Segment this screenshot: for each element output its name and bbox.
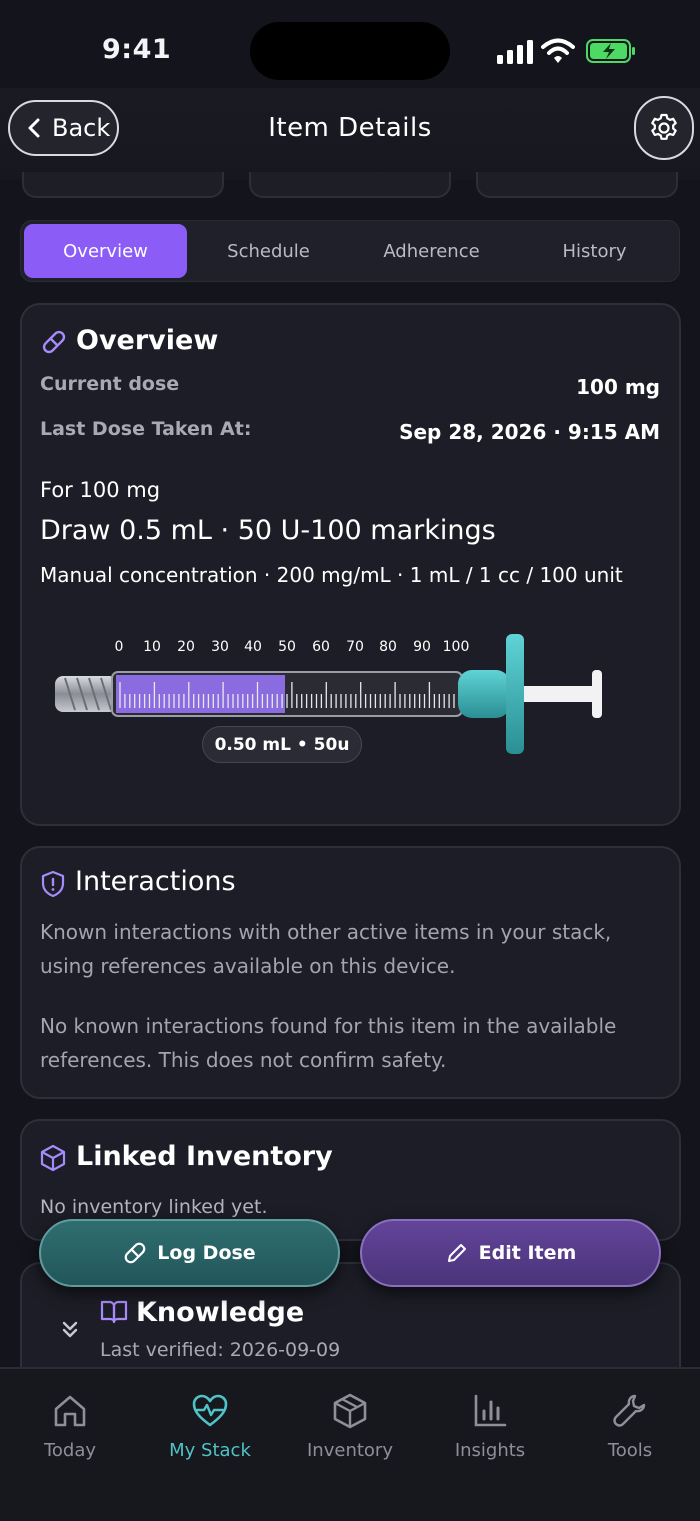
tab-schedule[interactable]: Schedule — [187, 224, 350, 278]
tab-adherence[interactable]: Adherence — [350, 224, 513, 278]
interactions-description: Known interactions with other active ite… — [40, 920, 612, 978]
summary-card-peek — [249, 172, 451, 198]
dynamic-island — [250, 22, 450, 80]
bar-chart-icon — [474, 1394, 507, 1427]
overview-title: Overview — [76, 325, 219, 356]
pill-icon — [42, 330, 66, 354]
concentration-text: Manual concentration · 200 mg/mL · 1 mL … — [40, 563, 623, 587]
tabbar-item-inventory[interactable]: Inventory — [290, 1392, 410, 1461]
tabbar-label: Inventory — [307, 1440, 393, 1461]
knowledge-last-verified: Last verified: 2026-09-09 — [100, 1339, 341, 1361]
current-dose-value: 100 mg — [576, 375, 660, 399]
book-open-icon — [100, 1300, 128, 1324]
tab-overview[interactable]: Overview — [24, 224, 187, 278]
summary-card-peek — [22, 172, 224, 198]
tabbar-item-insights[interactable]: Insights — [430, 1392, 550, 1461]
pill-icon — [124, 1242, 146, 1264]
cellular-signal-icon — [497, 40, 533, 64]
chevrons-down-icon[interactable] — [60, 1320, 80, 1340]
page-title: Item Details — [268, 113, 432, 143]
syringe-readout: 0.50 mL • 50u — [202, 726, 362, 763]
tabbar-item-my-stack[interactable]: My Stack — [150, 1392, 270, 1461]
linked-inventory-empty: No inventory linked yet. — [40, 1196, 268, 1218]
last-dose-value: Sep 28, 2026 · 9:15 AM — [399, 420, 660, 444]
summary-card-peek — [476, 172, 678, 198]
heart-pulse-icon — [192, 1394, 228, 1427]
gear-icon — [651, 113, 677, 140]
wifi-icon — [541, 38, 575, 63]
tabbar-item-today[interactable]: Today — [10, 1392, 130, 1461]
last-dose-label: Last Dose Taken At: — [40, 418, 252, 440]
box-icon — [333, 1393, 367, 1429]
current-dose-label: Current dose — [40, 373, 180, 395]
log-dose-button[interactable]: Log Dose — [39, 1219, 340, 1287]
battery-charging-icon — [586, 39, 635, 63]
knowledge-title: Knowledge — [136, 1297, 305, 1328]
settings-button[interactable] — [634, 96, 694, 160]
tabbar-label: Insights — [454, 1440, 526, 1461]
edit-item-label: Edit Item — [478, 1242, 577, 1264]
tabbar-label: My Stack — [169, 1440, 251, 1461]
interactions-title: Interactions — [75, 866, 236, 897]
home-icon — [54, 1395, 86, 1427]
tabbar-label: Today — [43, 1440, 97, 1461]
tab-history[interactable]: History — [513, 224, 676, 278]
draw-instruction: Draw 0.5 mL · 50 U-100 markings — [40, 515, 496, 546]
shield-alert-icon — [41, 870, 65, 898]
wrench-icon — [613, 1394, 646, 1427]
status-time: 9:41 — [102, 34, 172, 65]
tabbar-label: Tools — [607, 1440, 653, 1461]
log-dose-label: Log Dose — [157, 1242, 256, 1264]
pencil-icon — [447, 1244, 466, 1262]
segmented-tabs: Overview Schedule Adherence History — [20, 220, 680, 282]
interactions-result: No known interactions found for this ite… — [40, 1014, 617, 1072]
tabbar-item-tools[interactable]: Tools — [570, 1392, 690, 1461]
dose-basis: For 100 mg — [40, 478, 161, 502]
linked-inventory-title: Linked Inventory — [76, 1141, 333, 1172]
edit-item-button[interactable]: Edit Item — [360, 1219, 661, 1287]
box-icon — [40, 1144, 66, 1172]
